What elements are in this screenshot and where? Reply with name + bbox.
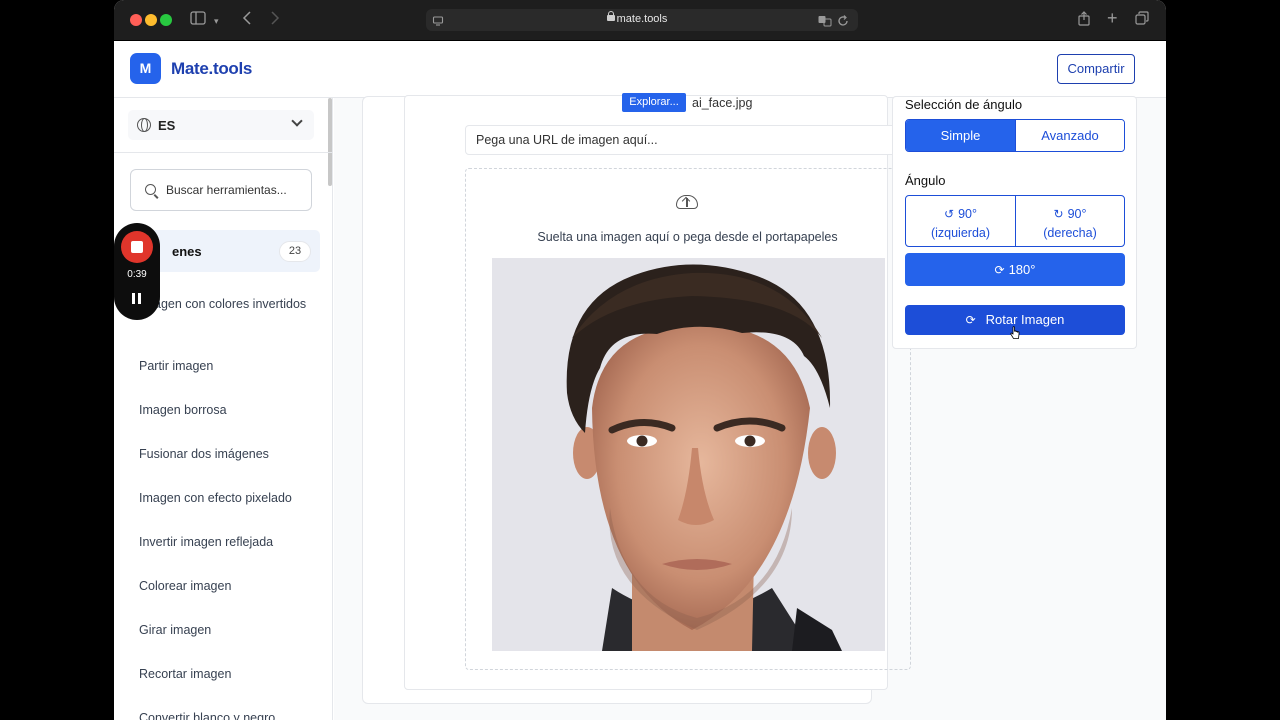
rotate-left-direction: (izquierda) — [930, 226, 991, 240]
refresh-icon: ⟳ — [994, 263, 1005, 277]
rotate-right-value: 90° — [1067, 207, 1087, 221]
browser-toolbar: ▾ mate.tools + — [114, 0, 1166, 41]
stop-recording-button[interactable] — [121, 231, 153, 263]
sidebar: ES Buscar herramientas... enes 23 agen c… — [114, 98, 333, 720]
logo-text[interactable]: Mate.tools — [171, 59, 252, 79]
chevron-down-icon — [291, 115, 303, 127]
sidebar-item-split-image[interactable]: Partir imagen — [139, 357, 309, 376]
tool-search-input[interactable]: Buscar herramientas... — [130, 169, 312, 211]
zoom-window-button[interactable] — [160, 14, 172, 26]
globe-icon — [137, 118, 151, 132]
dropzone-text: Suelta una imagen aquí o pega desde el p… — [537, 230, 838, 244]
sidebar-scrollbar[interactable] — [328, 98, 332, 186]
screen-recorder-widget: 0:39 — [114, 223, 160, 320]
rotate-image-label: Rotar Imagen — [985, 312, 1065, 327]
sidebar-item-merge-images[interactable]: Fusionar dos imágenes — [139, 445, 309, 464]
rotate-left-value: 90° — [958, 207, 977, 221]
rotate-options-panel: Selección de ángulo Simple Avanzado Ángu… — [892, 96, 1137, 349]
rotate-90-left-button[interactable]: ↺ 90° (izquierda) — [906, 196, 1015, 246]
url-text: mate.tools — [616, 13, 668, 25]
mode-simple-tab[interactable]: Simple — [906, 120, 1015, 151]
search-icon — [145, 184, 156, 195]
upload-card-inner: Explorar... ai_face.jpg Pega una URL de … — [404, 93, 911, 690]
language-label: ES — [158, 118, 176, 133]
sidebar-item-rotate-image[interactable]: Girar imagen — [139, 621, 309, 640]
translate-icon[interactable] — [818, 13, 832, 31]
sidebar-item-mirror-image[interactable]: Invertir imagen reflejada — [139, 533, 309, 552]
rotate-right-direction: (derecha) — [1043, 226, 1097, 240]
language-selector[interactable]: ES — [128, 110, 314, 140]
rotate-90-right-button[interactable]: ↻ 90° (derecha) — [1015, 196, 1124, 246]
close-window-button[interactable] — [130, 14, 142, 26]
image-url-input[interactable]: Pega una URL de imagen aquí... — [465, 125, 911, 155]
browser-window: ▾ mate.tools + M Mate.tools Compartir ES… — [114, 0, 1166, 720]
share-icon[interactable] — [1078, 11, 1090, 30]
chevron-down-icon[interactable]: ▾ — [214, 12, 219, 30]
rotate-180-button[interactable]: ⟳ 180° — [905, 253, 1125, 286]
sidebar-divider — [114, 152, 332, 153]
share-button[interactable]: Compartir — [1057, 54, 1135, 84]
angle-selection-label: Selección de ángulo — [905, 97, 1023, 112]
angle-options: ↺ 90° (izquierda) ↻ 90° (derecha) — [905, 195, 1125, 247]
tab-overview-icon[interactable] — [1135, 11, 1149, 29]
sidebar-item-invert-colors[interactable]: agen con colores invertidos — [154, 295, 324, 314]
mode-toggle: Simple Avanzado — [905, 119, 1125, 152]
selected-filename: ai_face.jpg — [692, 96, 753, 110]
sidebar-item-blur-image[interactable]: Imagen borrosa — [139, 401, 309, 420]
category-count-badge: 23 — [279, 241, 311, 262]
cloud-upload-icon — [676, 195, 698, 209]
rotate-180-label: 180° — [1008, 262, 1036, 277]
new-tab-icon[interactable]: + — [1107, 9, 1118, 27]
rotate-ccw-icon: ↺ — [944, 207, 955, 221]
image-dropzone[interactable]: Suelta una imagen aquí o pega desde el p… — [465, 168, 911, 670]
recording-timer: 0:39 — [127, 269, 147, 280]
sidebar-item-colorize-image[interactable]: Colorear imagen — [139, 577, 309, 596]
angle-label: Ángulo — [905, 173, 946, 188]
upload-card: Explorar... ai_face.jpg Pega una URL de … — [362, 93, 911, 704]
main-content: Explorar... ai_face.jpg Pega una URL de … — [334, 93, 1166, 720]
reload-icon[interactable] — [837, 13, 849, 31]
app-header: M Mate.tools Compartir — [114, 41, 1166, 98]
browse-file-button[interactable]: Explorar... — [622, 93, 686, 112]
uploaded-image-preview — [492, 258, 885, 651]
mode-advanced-tab[interactable]: Avanzado — [1015, 120, 1124, 151]
pause-icon[interactable] — [132, 293, 142, 304]
forward-icon[interactable] — [270, 11, 280, 29]
logo-badge[interactable]: M — [130, 53, 161, 84]
sidebar-item-pixelate-image[interactable]: Imagen con efecto pixelado — [139, 489, 309, 508]
refresh-icon: ⟳ — [965, 313, 976, 327]
sidebar-toggle-icon[interactable] — [190, 11, 206, 29]
address-bar[interactable]: mate.tools — [426, 9, 858, 31]
rotate-cw-icon: ↻ — [1053, 207, 1064, 221]
back-icon[interactable] — [242, 11, 252, 29]
hand-cursor-icon — [1010, 326, 1020, 339]
minimize-window-button[interactable] — [145, 14, 157, 26]
sidebar-item-black-white[interactable]: Convertir blanco y negro — [139, 709, 309, 720]
search-placeholder: Buscar herramientas... — [166, 183, 287, 197]
category-label: enes — [172, 244, 202, 259]
sidebar-item-crop-image[interactable]: Recortar imagen — [139, 665, 309, 684]
